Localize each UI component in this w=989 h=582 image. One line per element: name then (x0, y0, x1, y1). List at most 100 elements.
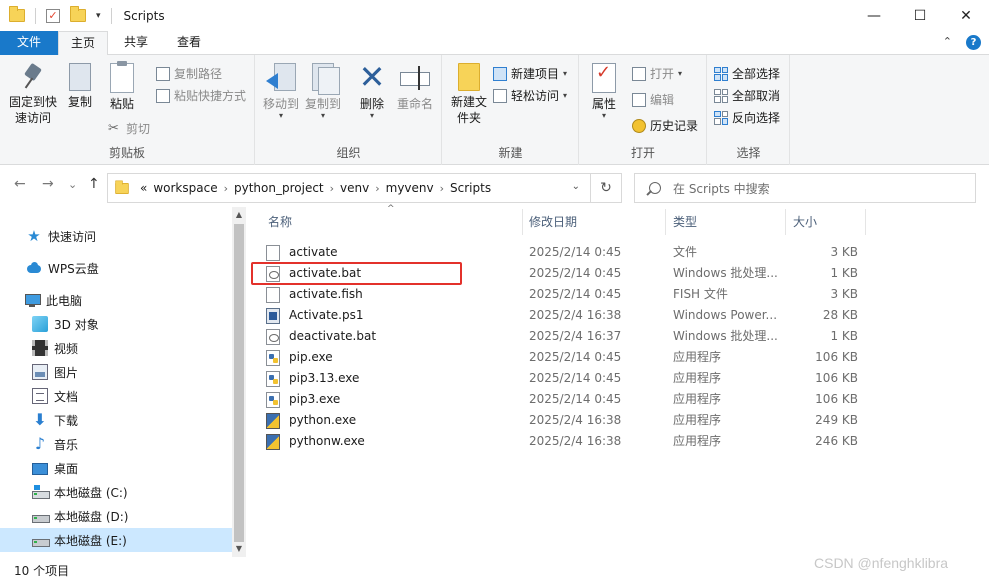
batch-file-icon (266, 328, 280, 345)
pin-to-quick-access-button[interactable]: 固定到快速访问 (6, 63, 60, 126)
select-none-icon (714, 88, 728, 103)
new-group-label: 新建 (498, 146, 523, 160)
nav-drive-c[interactable]: 本地磁盘 (C:) (0, 480, 232, 504)
file-type: 应用程序 (673, 392, 722, 406)
tab-file[interactable]: 文件 (0, 31, 58, 55)
scrollbar-thumb[interactable] (234, 224, 244, 542)
select-all-button[interactable]: 全部选择 (714, 65, 780, 82)
paste-button[interactable]: 粘贴 (102, 61, 142, 112)
nav-pictures[interactable]: 图片 (0, 360, 232, 384)
column-divider[interactable] (865, 209, 866, 235)
refresh-button[interactable]: ↻ (591, 173, 622, 203)
nav-3d-objects[interactable]: 3D 对象 (0, 312, 232, 336)
file-name: deactivate.bat (289, 329, 377, 343)
select-none-button[interactable]: 全部取消 (714, 87, 780, 104)
properties-icon (592, 63, 616, 93)
search-box[interactable]: 在 Scripts 中搜索 (634, 173, 976, 203)
breadcrumb-workspace[interactable]: workspace (153, 181, 217, 195)
nav-wps-cloud[interactable]: WPS云盘 (0, 256, 232, 280)
chevron-down-icon: ▾ (563, 69, 568, 78)
paste-shortcut-button[interactable]: 粘贴快捷方式 (156, 87, 246, 104)
file-name: Activate.ps1 (289, 308, 364, 322)
breadcrumb-myvenv[interactable]: myvenv (386, 181, 434, 195)
breadcrumb-separator-icon[interactable]: › (440, 182, 444, 195)
delete-button[interactable]: ✕ 删除 ▾ (354, 61, 390, 120)
window-controls: — ☐ ✕ (851, 0, 989, 31)
file-type: 文件 (673, 245, 698, 259)
properties-button[interactable]: 属性 ▾ (586, 63, 622, 120)
column-header-size[interactable]: 大小 (785, 207, 865, 237)
properties-check-icon[interactable]: ✓ (46, 8, 60, 23)
address-bar[interactable]: « workspace › python_project › venv › my… (107, 173, 591, 203)
recent-locations-button[interactable]: ⌄ (68, 178, 77, 191)
nav-music[interactable]: ♪ 音乐 (0, 432, 232, 456)
tab-view[interactable]: 查看 (165, 31, 213, 55)
table-row[interactable]: activate 2025/2/14 0:45 文件 3 KB (246, 242, 989, 263)
help-icon[interactable]: ? (966, 35, 981, 50)
open-button[interactable]: 打开 ▾ (632, 65, 682, 82)
open-group-label: 打开 (630, 146, 655, 160)
copy-path-button[interactable]: 复制路径 (156, 65, 222, 82)
breadcrumb-venv[interactable]: venv (340, 181, 369, 195)
table-row[interactable]: python.exe 2025/2/4 16:38 应用程序 249 KB (246, 410, 989, 431)
rename-button[interactable]: 重命名 (394, 63, 436, 112)
close-button[interactable]: ✕ (943, 0, 989, 31)
new-item-label: 新建项目 (511, 67, 560, 81)
maximize-button[interactable]: ☐ (897, 0, 943, 31)
nav-this-pc[interactable]: 此电脑 (0, 288, 232, 312)
nav-downloads[interactable]: ⬇ 下载 (0, 408, 232, 432)
minimize-button[interactable]: — (851, 0, 897, 31)
breadcrumb-separator-icon[interactable]: › (330, 182, 334, 195)
nav-label: WPS云盘 (48, 261, 99, 276)
copy-button[interactable]: 复制 (62, 63, 98, 110)
easy-access-button[interactable]: 轻松访问 ▾ (493, 87, 567, 104)
nav-videos[interactable]: 视频 (0, 336, 232, 360)
table-row[interactable]: pythonw.exe 2025/2/4 16:38 应用程序 246 KB (246, 431, 989, 452)
up-button[interactable]: ↑ (88, 176, 100, 192)
address-dropdown-chevron-icon[interactable]: ⌄ (572, 181, 580, 192)
cut-button[interactable]: ✂ 剪切 (108, 120, 150, 137)
scroll-up-icon[interactable]: ▲ (232, 208, 246, 222)
file-name-cell: deactivate.bat (266, 326, 376, 347)
tab-share[interactable]: 共享 (112, 31, 160, 55)
forward-button[interactable]: → (42, 176, 54, 192)
tab-home[interactable]: 主页 (58, 31, 108, 56)
new-folder-button[interactable]: 新建文件夹 (447, 63, 491, 126)
history-button[interactable]: 历史记录 (632, 117, 698, 134)
back-button[interactable]: ← (14, 176, 26, 192)
customize-toolbar-chevron-icon[interactable]: ▾ (96, 11, 101, 21)
column-header-name[interactable]: 名称 (260, 207, 522, 237)
nav-drive-d[interactable]: 本地磁盘 (D:) (0, 504, 232, 528)
breadcrumb-separator-icon[interactable]: › (224, 182, 228, 195)
table-row[interactable]: pip.exe 2025/2/14 0:45 应用程序 106 KB (246, 347, 989, 368)
breadcrumb-separator-icon[interactable]: › (375, 182, 379, 195)
breadcrumb-python-project[interactable]: python_project (234, 181, 324, 195)
table-row[interactable]: deactivate.bat 2025/2/4 16:37 Windows 批处… (246, 326, 989, 347)
scroll-down-icon[interactable]: ▼ (232, 542, 246, 556)
nav-documents[interactable]: 文档 (0, 384, 232, 408)
copy-path-icon (156, 66, 170, 81)
file-date: 2025/2/14 0:45 (529, 287, 622, 301)
table-row[interactable]: pip3.13.exe 2025/2/14 0:45 应用程序 106 KB (246, 368, 989, 389)
column-header-date[interactable]: 修改日期 (521, 207, 665, 237)
nav-drive-e[interactable]: 本地磁盘 (E:) (0, 528, 232, 552)
new-folder-icon[interactable] (70, 6, 86, 22)
nav-quick-access[interactable]: ★ 快速访问 (0, 224, 232, 248)
navigation-scrollbar[interactable]: ▲ ▼ (232, 207, 246, 557)
move-to-button[interactable]: 移动到 ▾ (262, 63, 300, 120)
copy-to-button[interactable]: 复制到 ▾ (304, 63, 342, 120)
table-row[interactable]: pip3.exe 2025/2/14 0:45 应用程序 106 KB (246, 389, 989, 410)
nav-desktop[interactable]: 桌面 (0, 456, 232, 480)
file-name: pip3.exe (289, 392, 341, 406)
column-header-type[interactable]: 类型 (665, 207, 785, 237)
file-date: 2025/2/4 16:38 (529, 434, 622, 448)
collapse-ribbon-chevron-icon[interactable]: ⌃ (943, 35, 952, 50)
table-row[interactable]: Activate.ps1 2025/2/4 16:38 Windows Powe… (246, 305, 989, 326)
invert-selection-button[interactable]: 反向选择 (714, 109, 780, 126)
table-row[interactable]: activate.fish 2025/2/14 0:45 FISH 文件 3 K… (246, 284, 989, 305)
breadcrumb-overflow[interactable]: « (140, 181, 147, 195)
folder-icon (115, 179, 129, 194)
edit-button[interactable]: 编辑 (632, 91, 674, 108)
breadcrumb-scripts[interactable]: Scripts (450, 181, 491, 195)
new-item-button[interactable]: 新建项目 ▾ (493, 65, 567, 82)
